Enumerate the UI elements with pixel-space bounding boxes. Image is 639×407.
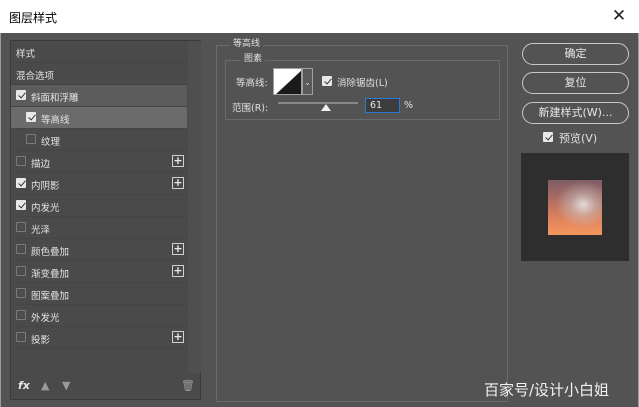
sidebar-item[interactable]: 描边 +: [11, 151, 187, 173]
sidebar-item-checkbox[interactable]: [16, 178, 26, 188]
sidebar-item[interactable]: 内发光: [11, 195, 187, 217]
contour-label: 等高线:: [236, 78, 268, 89]
sidebar-item-label: 内阴影: [31, 181, 60, 192]
list-bottom-bar: fx ▲ ▼ 🗑: [11, 375, 200, 399]
sidebar-item-checkbox[interactable]: [16, 332, 26, 342]
sidebar-item[interactable]: 图案叠加: [11, 283, 187, 305]
sidebar-item-label: 等高线: [41, 115, 70, 126]
preview-image: [548, 180, 602, 235]
sidebar-item-checkbox[interactable]: [26, 112, 36, 122]
sidebar-item[interactable]: 混合选项: [11, 63, 187, 85]
preview-checkbox[interactable]: [543, 132, 553, 142]
new-style-button[interactable]: 新建样式(W)...: [522, 102, 629, 124]
sidebar-item[interactable]: 样式: [11, 41, 187, 63]
sidebar-item-checkbox[interactable]: [16, 222, 26, 232]
contour-group-title: 等高线: [230, 38, 264, 50]
preview-thumbnail: [521, 153, 629, 261]
add-effect-icon[interactable]: +: [172, 243, 184, 255]
sidebar-item[interactable]: 纹理: [11, 129, 187, 151]
sidebar-item[interactable]: 外发光: [11, 305, 187, 327]
add-effect-icon[interactable]: +: [172, 331, 184, 343]
sidebar-item-label: 内发光: [31, 203, 60, 214]
dialog-title: 图层样式: [9, 11, 58, 25]
sidebar-item[interactable]: 光泽: [11, 217, 187, 239]
sidebar-item-checkbox[interactable]: [16, 288, 26, 298]
arrow-up-icon[interactable]: ▲: [41, 379, 49, 392]
add-effect-icon[interactable]: +: [172, 265, 184, 277]
list-scrollbar[interactable]: [188, 41, 201, 373]
range-slider-track[interactable]: [278, 102, 358, 104]
range-unit: %: [404, 100, 414, 111]
sidebar-item-label: 外发光: [31, 313, 60, 324]
sidebar-item-checkbox[interactable]: [26, 134, 36, 144]
style-list-panel: 样式混合选项斜面和浮雕等高线纹理描边 + 内阴影 + 内发光光泽颜色叠加 + 渐变叠加 + 图案…: [10, 40, 201, 400]
watermark-text: 百家号/设计小白姐: [484, 381, 610, 399]
sidebar-item[interactable]: 投影 +: [11, 327, 187, 349]
reset-button[interactable]: 复位: [522, 72, 629, 94]
preview-label: 预览(V): [559, 132, 598, 145]
sidebar-item-label: 图案叠加: [31, 291, 70, 302]
sidebar-item-checkbox[interactable]: [16, 200, 26, 210]
sidebar-item[interactable]: 等高线: [11, 107, 187, 129]
antialias-label: 消除锯齿(L): [337, 78, 388, 89]
contour-picker[interactable]: [273, 68, 302, 95]
trash-icon[interactable]: 🗑: [181, 379, 195, 392]
contour-curve-icon: [276, 70, 301, 94]
sidebar-item-checkbox[interactable]: [16, 156, 26, 166]
sidebar-item-label: 混合选项: [16, 71, 55, 82]
close-icon[interactable]: ✕: [609, 6, 629, 26]
sidebar-item-label: 纹理: [41, 137, 61, 148]
ok-button[interactable]: 确定: [522, 43, 629, 65]
sidebar-item-checkbox[interactable]: [16, 244, 26, 254]
sidebar-item-label: 斜面和浮雕: [31, 93, 79, 104]
sidebar-item[interactable]: 渐变叠加 +: [11, 261, 187, 283]
sidebar-item-checkbox[interactable]: [16, 310, 26, 320]
sidebar-item-label: 渐变叠加: [31, 269, 70, 280]
fx-button[interactable]: fx: [18, 379, 30, 392]
add-effect-icon[interactable]: +: [172, 177, 184, 189]
sidebar-item[interactable]: 颜色叠加 +: [11, 239, 187, 261]
title-bar: 图层样式 ✕: [0, 0, 639, 33]
sidebar-item-label: 光泽: [31, 225, 51, 236]
window-border-left: [0, 33, 1, 407]
sidebar-item-label: 颜色叠加: [31, 247, 70, 258]
antialias-checkbox[interactable]: [322, 76, 332, 86]
sidebar-item-label: 投影: [31, 335, 51, 346]
sidebar-item-checkbox[interactable]: [16, 266, 26, 276]
add-effect-icon[interactable]: +: [172, 155, 184, 167]
range-label: 范围(R):: [232, 103, 269, 114]
sidebar-item[interactable]: 内阴影 +: [11, 173, 187, 195]
range-slider-thumb[interactable]: [321, 104, 331, 111]
sidebar-item-label: 样式: [16, 49, 36, 60]
range-input[interactable]: [365, 98, 400, 113]
sidebar-item[interactable]: 斜面和浮雕: [11, 85, 187, 107]
sidebar-item-checkbox[interactable]: [16, 90, 26, 100]
chevron-down-icon[interactable]: ⌄: [302, 68, 313, 95]
arrow-down-icon[interactable]: ▼: [62, 379, 70, 392]
sidebar-item-label: 描边: [31, 159, 51, 170]
elements-group-title: 图素: [241, 51, 266, 64]
